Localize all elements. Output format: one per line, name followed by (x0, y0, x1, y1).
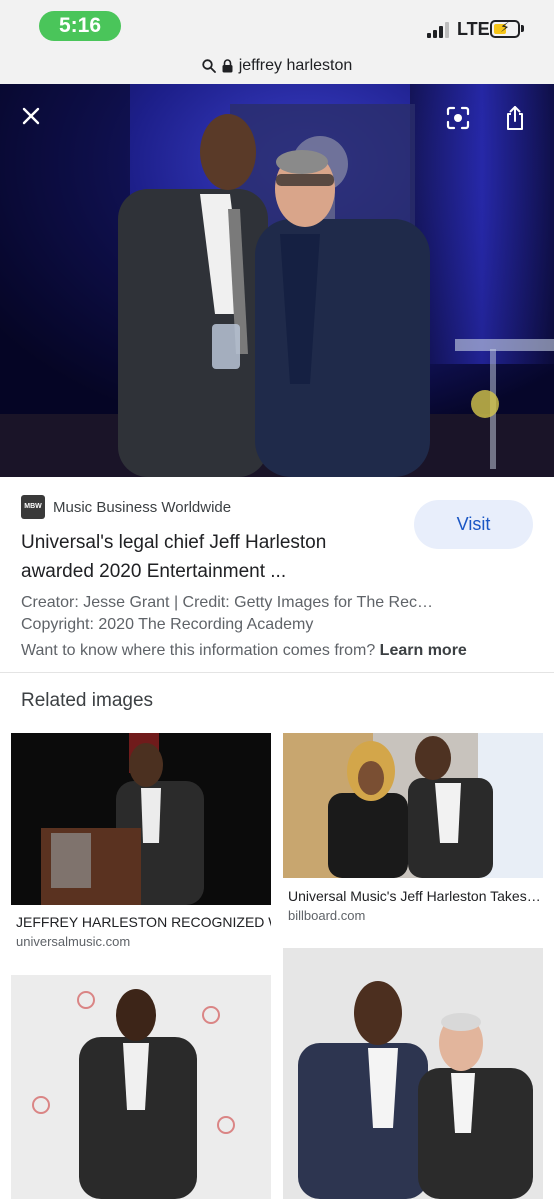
search-icon (202, 59, 216, 73)
related-photo-2 (283, 733, 543, 878)
hero-photo (0, 84, 554, 477)
close-icon (22, 107, 40, 125)
related-photo-4 (283, 948, 543, 1199)
source-row[interactable]: MBW Music Business Worldwide (21, 495, 231, 519)
lens-icon (446, 106, 470, 130)
signal-icon (427, 22, 453, 38)
related-image-1[interactable] (11, 733, 271, 905)
hero-image[interactable] (0, 84, 554, 477)
creator-credit: Creator: Jesse Grant | Credit: Getty Ima… (21, 594, 434, 611)
related-photo-3 (11, 975, 271, 1199)
network-label: LTE (457, 19, 490, 39)
battery-cap (521, 25, 524, 32)
related-image-4[interactable] (283, 948, 543, 1199)
url-text: jeffrey harleston (238, 57, 353, 74)
related-title-2[interactable]: Universal Music's Jeff Harleston Takes… (288, 888, 543, 904)
related-photo-1 (11, 733, 271, 905)
related-source-2: billboard.com (288, 908, 366, 923)
battery-icon: ⚡ (490, 19, 520, 38)
learn-more-link[interactable]: Learn more (380, 642, 467, 659)
lock-icon (222, 59, 233, 73)
source-name: Music Business Worldwide (53, 498, 232, 516)
related-image-2[interactable] (283, 733, 543, 878)
close-button[interactable] (13, 98, 49, 134)
status-bar: 5:16 LTE ⚡ (0, 0, 554, 48)
share-button[interactable] (497, 100, 533, 136)
related-title-1[interactable]: JEFFREY HARLESTON RECOGNIZED W… (16, 914, 271, 930)
related-source-1: universalmusic.com (16, 934, 131, 949)
status-time: 5:16 (39, 11, 121, 41)
related-image-3[interactable] (11, 975, 271, 1199)
copyright-text: Copyright: 2020 The Recording Academy (21, 616, 314, 633)
visit-button[interactable]: Visit (414, 500, 533, 549)
lens-button[interactable] (440, 100, 476, 136)
result-title[interactable]: Universal's legal chief Jeff Harleston a… (21, 528, 401, 586)
address-bar[interactable]: jeffrey harleston (0, 48, 554, 84)
related-heading: Related images (21, 690, 154, 711)
source-logo: MBW (21, 495, 45, 519)
info-row: Want to know where this information come… (21, 642, 467, 660)
info-question: Want to know where this information come… (21, 642, 376, 659)
share-icon (507, 106, 523, 130)
divider (0, 672, 554, 673)
